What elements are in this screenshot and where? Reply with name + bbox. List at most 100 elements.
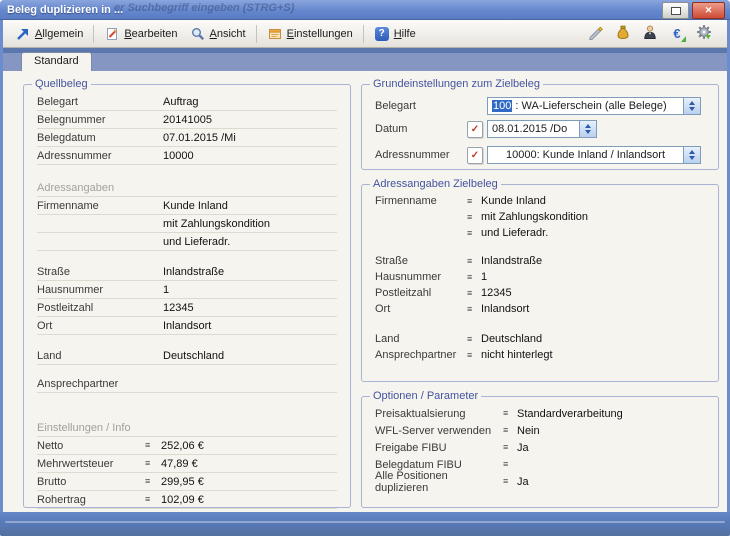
field-label: Freigabe FIBU <box>375 442 503 454</box>
field-value: 1 <box>163 284 169 296</box>
firmenname-row: Firmenname Kunde Inland <box>37 197 337 215</box>
tab-standard[interactable]: Standard <box>21 52 92 71</box>
gear-refresh-icon <box>696 24 712 43</box>
field-label: Netto <box>37 440 145 452</box>
menu-ansicht-label: Ansicht <box>210 28 246 40</box>
menu-allgemein[interactable]: Allgemein <box>9 24 89 44</box>
equals-marker-icon: ≡ <box>467 351 481 360</box>
field-label: Firmenname <box>37 200 163 212</box>
spinner-button[interactable] <box>579 121 596 137</box>
money-bag-icon <box>615 24 631 43</box>
field-value: Ja <box>517 442 529 454</box>
field-value: 102,09 € <box>161 494 204 506</box>
strasse-row: Straße Inlandstraße <box>37 263 337 281</box>
field-value: 252,06 € <box>161 440 204 452</box>
field-value: Deutschland <box>481 333 542 345</box>
window-bottom-frame[interactable] <box>0 512 730 536</box>
ziel-strasse-row: Straße ≡ Inlandstraße <box>375 253 705 269</box>
field-value: und Lieferadr. <box>481 227 548 239</box>
edit-document-icon <box>104 26 120 42</box>
einstellungen-info-header: Einstellungen / Info <box>37 419 337 437</box>
adressnummer-combobox-value: 10000: Kunde Inland / Inlandsort <box>488 149 683 161</box>
red-check-icon[interactable]: ✓ <box>467 147 483 164</box>
spinner-button[interactable] <box>683 147 700 163</box>
dialog-window: er Suchbegriff eingeben (STRG+S) Beleg d… <box>0 0 730 536</box>
field-label: Straße <box>37 266 163 278</box>
equals-marker-icon: ≡ <box>145 441 161 450</box>
red-check-icon[interactable]: ✓ <box>467 121 483 138</box>
field-value: nicht hinterlegt <box>481 349 553 361</box>
restore-button[interactable] <box>662 2 689 19</box>
background-window-title: er Suchbegriff eingeben (STRG+S) <box>114 2 294 14</box>
field-label: Preisaktualsierung <box>375 408 503 420</box>
field-label: Belegart <box>37 96 163 108</box>
postleitzahl-row: Postleitzahl 12345 <box>37 299 337 317</box>
equals-marker-icon: ≡ <box>467 257 481 266</box>
field-label: Belegart <box>375 100 467 112</box>
toolbar-separator <box>93 25 94 43</box>
ziel-land-row: Land ≡ Deutschland <box>375 331 705 347</box>
wfl-server-row: WFL-Server verwenden ≡ Nein <box>375 422 705 439</box>
field-value: Inlandsort <box>481 303 529 315</box>
close-button[interactable]: ✕ <box>692 2 725 19</box>
pen-button[interactable] <box>587 25 605 43</box>
field-value: 10000 <box>163 150 194 162</box>
netto-row: Netto ≡ 252,06 € <box>37 437 337 455</box>
hausnummer-row: Hausnummer 1 <box>37 281 337 299</box>
field-label: Postleitzahl <box>375 287 467 299</box>
belegart-combobox-value: 100 : WA-Lieferschein (alle Belege) <box>488 100 683 112</box>
euro-refresh-button[interactable]: € <box>668 25 686 43</box>
ziel-firmenname-row-3: ≡ und Lieferadr. <box>375 225 705 241</box>
field-label: Straße <box>375 255 467 267</box>
field-label: Mehrwertsteuer <box>37 458 145 470</box>
field-label: Hausnummer <box>375 271 467 283</box>
menu-hilfe[interactable]: ? Hilfe <box>368 24 422 44</box>
field-label: Ort <box>375 303 467 315</box>
optionen-parameter-panel-title: Optionen / Parameter <box>370 390 481 402</box>
ort-row: Ort Inlandsort <box>37 317 337 335</box>
grundeinstellungen-panel: Grundeinstellungen zum Zielbeleg Belegar… <box>361 78 719 170</box>
field-label: Brutto <box>37 476 145 488</box>
menu-ansicht[interactable]: Ansicht <box>184 24 252 44</box>
titlebar[interactable]: er Suchbegriff eingeben (STRG+S) Beleg d… <box>0 0 730 20</box>
euro-refresh-icon: € <box>669 26 685 42</box>
land-row: Land Deutschland <box>37 347 337 365</box>
firmenname-row-3: und Lieferadr. <box>37 233 337 251</box>
field-label: Ansprechpartner <box>375 349 467 361</box>
brutto-row: Brutto ≡ 299,95 € <box>37 473 337 491</box>
datum-input[interactable]: 08.01.2015 /Do <box>487 120 597 138</box>
equals-marker-icon: ≡ <box>467 335 481 344</box>
ziel-firmenname-row: Firmenname ≡ Kunde Inland <box>375 193 705 209</box>
preisaktualisierung-row: Preisaktualsierung ≡ Standardverarbeitun… <box>375 405 705 422</box>
equals-marker-icon: ≡ <box>503 426 517 435</box>
field-label: Ort <box>37 320 163 332</box>
ziel-datum-row: Datum ✓ 08.01.2015 /Do <box>375 119 705 139</box>
menu-hilfe-label: Hilfe <box>394 28 416 40</box>
field-label: Land <box>375 333 467 345</box>
field-label: Firmenname <box>375 195 467 207</box>
ziel-belegart-row: Belegart 100 : WA-Lieferschein (alle Bel… <box>375 96 705 116</box>
menu-einstellungen[interactable]: Einstellungen <box>261 24 359 44</box>
ansprechpartner-row: Ansprechpartner <box>37 375 337 393</box>
belegart-combobox[interactable]: 100 : WA-Lieferschein (alle Belege) <box>487 97 701 115</box>
equals-marker-icon: ≡ <box>145 477 161 486</box>
field-label: Alle Positionen duplizieren <box>375 470 503 494</box>
field-label: WFL-Server verwenden <box>375 425 503 437</box>
ziel-firmenname-row-2: ≡ mit Zahlungskondition <box>375 209 705 225</box>
gear-refresh-button[interactable] <box>695 25 713 43</box>
equals-marker-icon: ≡ <box>467 305 481 314</box>
freigabe-fibu-row: Freigabe FIBU ≡ Ja <box>375 439 705 456</box>
alle-positionen-row: Alle Positionen duplizieren ≡ Ja <box>375 473 705 490</box>
money-bag-button[interactable] <box>614 25 632 43</box>
field-value: mit Zahlungskondition <box>481 211 588 223</box>
field-value: 299,95 € <box>161 476 204 488</box>
adressnummer-combobox[interactable]: 10000: Kunde Inland / Inlandsort <box>487 146 701 164</box>
mehrwertsteuer-row: Mehrwertsteuer ≡ 47,89 € <box>37 455 337 473</box>
ziel-ansprechpartner-row: Ansprechpartner ≡ nicht hinterlegt <box>375 347 705 363</box>
menu-bearbeiten[interactable]: Bearbeiten <box>98 24 183 44</box>
belegdatum-row: Belegdatum 07.01.2015 /Mi <box>37 129 337 147</box>
spinner-button[interactable] <box>683 98 700 114</box>
equals-marker-icon: ≡ <box>503 409 517 418</box>
field-value: Kunde Inland <box>481 195 546 207</box>
user-button[interactable] <box>641 25 659 43</box>
